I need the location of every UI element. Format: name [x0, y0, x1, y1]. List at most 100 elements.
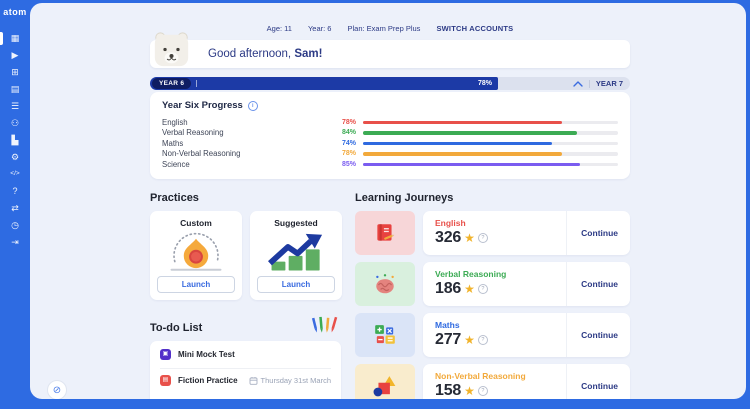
- journey-score: 326: [435, 229, 462, 246]
- progress-row: Non-Verbal Reasoning 78%: [162, 149, 618, 160]
- sidebar-item-settings[interactable]: ⚙: [0, 149, 30, 166]
- year7-label[interactable]: YEAR 7: [596, 79, 623, 88]
- notebook-icon: ▤: [10, 84, 20, 94]
- practice-icon: ▤: [160, 374, 171, 386]
- journey-subject: English: [435, 218, 466, 228]
- continue-button[interactable]: Continue: [566, 363, 618, 399]
- due-date: Thursday 31st March: [263, 398, 331, 400]
- progress-row: Maths 74%: [162, 138, 618, 149]
- subject-percent: 84%: [341, 129, 356, 137]
- progress-fill: [363, 131, 578, 135]
- journey-subject: Verbal Reasoning: [435, 269, 507, 279]
- compass-button[interactable]: ⊘: [47, 380, 67, 399]
- sidebar-item-courses[interactable]: ⊞: [0, 64, 30, 81]
- video-icon: ▶: [11, 50, 19, 60]
- chart-icon: ▙: [11, 135, 19, 145]
- subject-label: Verbal Reasoning: [162, 128, 224, 138]
- chevron-up-icon[interactable]: [573, 80, 583, 87]
- sidebar-item-code[interactable]: </>: [0, 166, 30, 183]
- sidebar-item-logout[interactable]: ⇥: [0, 234, 30, 251]
- progress-track: [363, 152, 618, 156]
- help-icon[interactable]: ?: [477, 335, 488, 345]
- subject-percent: 74%: [341, 139, 356, 147]
- progress-fill: [363, 120, 562, 124]
- year-label: Year: 6: [307, 24, 332, 33]
- progress-track: [363, 162, 618, 166]
- launch-suggested-button[interactable]: Launch: [257, 275, 335, 293]
- clock-icon: ◷: [11, 220, 19, 230]
- plan-label: Plan: Exam Prep Plus: [347, 24, 421, 33]
- todo-item[interactable]: ▤ Fiction Practice Thursday 31st March: [160, 369, 331, 392]
- help-icon: ?: [12, 186, 18, 196]
- divider: [196, 80, 198, 87]
- subject-label: Non-Verbal Reasoning: [162, 149, 241, 159]
- info-icon[interactable]: i: [247, 100, 258, 111]
- grid-icon: ▦: [10, 33, 20, 43]
- progress-fill: [363, 141, 552, 145]
- sidebar-item-history[interactable]: ◷: [0, 217, 30, 234]
- year-progress-fill: YEAR 6 78%: [150, 77, 498, 90]
- launch-custom-button[interactable]: Launch: [157, 275, 235, 293]
- year-six-progress-panel: Year Six Progress i English 78% Verbal R…: [150, 92, 630, 179]
- polar-bear-avatar: [154, 32, 189, 67]
- sidebar-item-help[interactable]: ?: [0, 183, 30, 200]
- compass-icon: ⊘: [52, 384, 62, 396]
- continue-button[interactable]: Continue: [566, 261, 618, 306]
- todo-item[interactable]: ▤ Literary Devices Practice Thursday 31s…: [160, 392, 331, 400]
- continue-button[interactable]: Continue: [566, 312, 618, 357]
- subject-label: English: [162, 117, 188, 127]
- account-info-bar: Age: 11 Year: 6 Plan: Exam Prep Plus SWI…: [150, 24, 630, 33]
- main-content: Age: 11 Year: 6 Plan: Exam Prep Plus SWI…: [30, 3, 746, 399]
- journey-score: 186: [435, 280, 462, 297]
- pencils-icon: [311, 316, 338, 333]
- progress-row: Verbal Reasoning 84%: [162, 128, 618, 139]
- atom-logo[interactable]: atom: [3, 7, 27, 17]
- sidebar-item-analytics[interactable]: ▙: [0, 132, 30, 149]
- journey-row-non-verbal-reasoning: Non-Verbal Reasoning 158 ★ ? Continue: [355, 363, 630, 399]
- help-icon[interactable]: ?: [477, 386, 488, 396]
- star-icon: ★: [464, 333, 475, 347]
- sidebar-item-transfer[interactable]: ⇄: [0, 200, 30, 217]
- greeting-text: Good afternoon, Sam!: [208, 48, 323, 60]
- todo-heading: To-do List: [150, 321, 203, 334]
- sidebar-item-workbook[interactable]: ▤: [0, 81, 30, 98]
- progress-track: [363, 131, 618, 135]
- todo-item[interactable]: ▣ Mini Mock Test: [160, 348, 331, 369]
- sidebar-item-video[interactable]: ▶: [0, 47, 30, 64]
- journey-score: 277: [435, 331, 462, 348]
- todo-card: ▣ Mini Mock Test ▤ Fiction Practice Thur…: [150, 340, 341, 400]
- shapes-icon: [373, 375, 396, 396]
- year6-pill: YEAR 6: [152, 78, 192, 89]
- progress-row: English 78%: [162, 117, 618, 128]
- journey-subject: Non-Verbal Reasoning: [435, 371, 526, 381]
- list-icon: ☰: [10, 101, 20, 111]
- sidebar-item-dashboard[interactable]: ▦: [0, 30, 30, 47]
- maths-tile: [355, 312, 415, 357]
- sidebar-item-community[interactable]: ⚇: [0, 115, 30, 132]
- english-tile: [355, 210, 415, 255]
- help-icon[interactable]: ?: [477, 284, 488, 294]
- journey-card: English 326 ★ ? Continue: [423, 210, 630, 255]
- help-icon[interactable]: ?: [477, 233, 488, 243]
- book-icon: ⊞: [11, 67, 19, 77]
- suggested-practice-card: Suggested Launch: [250, 210, 342, 300]
- gear-icon: ⚙: [10, 152, 20, 162]
- mock-test-icon: ▣: [160, 348, 171, 360]
- continue-button[interactable]: Continue: [566, 210, 618, 255]
- year-progress-bar[interactable]: YEAR 6 78% YEAR 7: [150, 77, 630, 90]
- subject-label: Maths: [162, 138, 184, 148]
- due-date: Thursday 31st March: [249, 376, 331, 385]
- progress-row: Science 85%: [162, 159, 618, 170]
- progress-track: [363, 141, 618, 145]
- subject-percent: 85%: [341, 160, 356, 168]
- journey-row-verbal-reasoning: Verbal Reasoning 186 ★ ? Continue: [355, 261, 630, 306]
- suggested-title: Suggested: [274, 217, 318, 228]
- sidebar-item-tasks[interactable]: ☰: [0, 98, 30, 115]
- progress-track: [363, 120, 618, 124]
- english-book-icon: [377, 223, 395, 241]
- switch-accounts-button[interactable]: SWITCH ACCOUNTS: [436, 24, 513, 33]
- subject-label: Science: [162, 159, 190, 169]
- users-icon: ⚇: [10, 118, 20, 128]
- brain-icon: [376, 273, 394, 293]
- journey-card: Verbal Reasoning 186 ★ ? Continue: [423, 261, 630, 306]
